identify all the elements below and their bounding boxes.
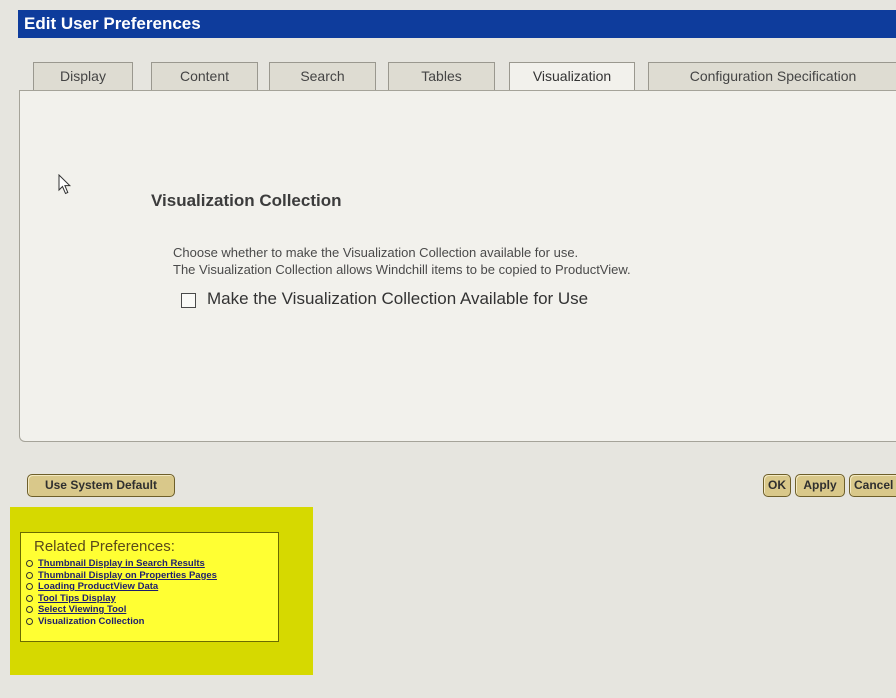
related-item-thumbnail-properties[interactable]: Thumbnail Display on Properties Pages [26,570,217,582]
window-title: Edit User Preferences [18,10,896,38]
related-item-loading-productview[interactable]: Loading ProductView Data [26,581,217,593]
related-preferences-title: Related Preferences: [34,538,175,555]
description-line-1: Choose whether to make the Visualization… [173,245,579,260]
tab-content[interactable]: Content [151,62,258,90]
circle-bullet-icon [26,571,33,579]
tab-visualization[interactable]: Visualization [509,62,635,92]
circle-bullet-icon [26,606,33,614]
apply-button[interactable]: Apply [795,474,845,497]
circle-bullet-icon [26,617,33,625]
cancel-button[interactable]: Cancel [849,474,896,497]
circle-bullet-icon [26,560,33,568]
related-item-thumbnail-search[interactable]: Thumbnail Display in Search Results [26,558,217,570]
tab-tables[interactable]: Tables [388,62,495,90]
related-item-visualization-collection: Visualization Collection [26,616,217,628]
ok-button[interactable]: OK [763,474,791,497]
tab-display[interactable]: Display [33,62,133,90]
section-title: Visualization Collection [151,191,342,210]
visualization-collection-checkbox[interactable] [181,293,196,308]
circle-bullet-icon [26,594,33,602]
tab-configuration-specification[interactable]: Configuration Specification [648,62,896,90]
related-preferences-box: Related Preferences: Thumbnail Display i… [20,532,279,642]
mouse-pointer-icon [58,173,72,201]
related-item-select-viewing-tool[interactable]: Select Viewing Tool [26,604,217,616]
use-system-default-button[interactable]: Use System Default [27,474,175,497]
checkbox-label[interactable]: Make the Visualization Collection Availa… [207,289,588,309]
circle-bullet-icon [26,583,33,591]
related-preferences-list: Thumbnail Display in Search Results Thum… [26,558,217,627]
description-line-2: The Visualization Collection allows Wind… [173,262,631,277]
tab-search[interactable]: Search [269,62,376,90]
related-item-tool-tips[interactable]: Tool Tips Display [26,593,217,605]
